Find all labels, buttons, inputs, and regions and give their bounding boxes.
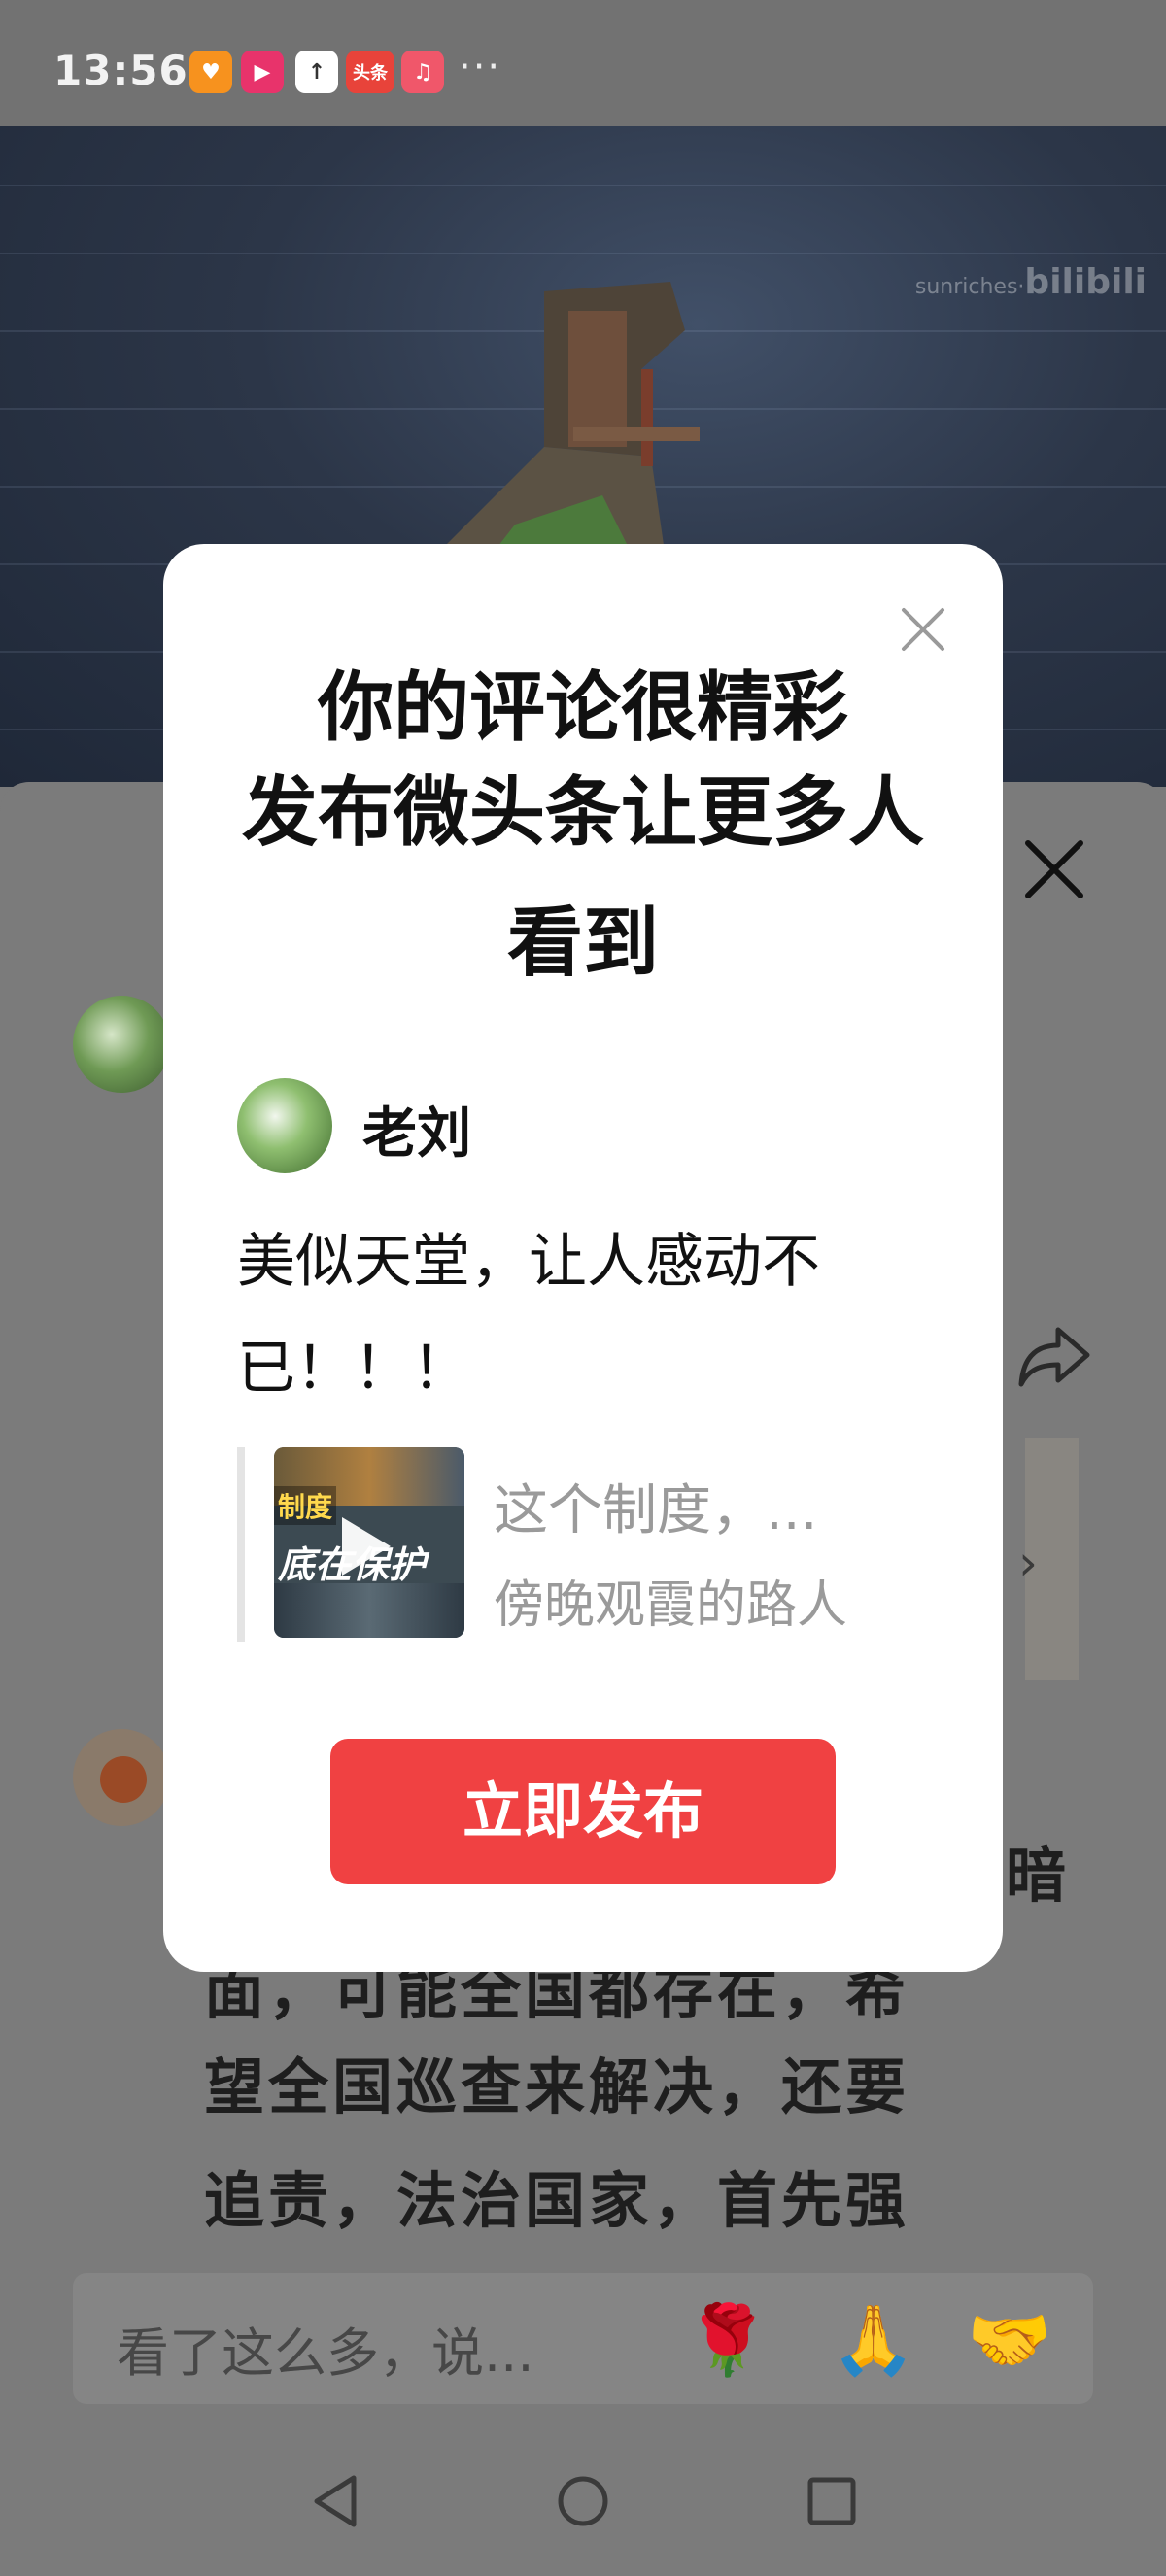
- thumbnail-caption: 底在保护: [278, 1543, 427, 1586]
- dialog-close-icon[interactable]: [894, 600, 952, 659]
- comment-text-line: 追责，法治国家，首先强: [204, 2165, 910, 2236]
- status-bar: 13:56 ♥ ▶ ↑ 头条 ♫ ···: [0, 0, 1166, 126]
- more-indicator-icon: ···: [459, 45, 502, 89]
- rose-emoji-icon[interactable]: 🌹: [685, 2300, 770, 2381]
- status-time: 13:56: [53, 47, 189, 94]
- back-icon[interactable]: [309, 2472, 363, 2530]
- dialog-title-line: 你的评论很精彩: [317, 664, 848, 752]
- comment-text-line: 美似天堂，让人感动不: [237, 1228, 820, 1296]
- comment-text-line: 暗: [1006, 1840, 1071, 1911]
- comment-text-line: 望全国巡查来解决，还要: [204, 2051, 910, 2122]
- home-icon[interactable]: [555, 2472, 611, 2530]
- chevron-right-icon[interactable]: ›: [1018, 1535, 1038, 1591]
- basketball-icon: [100, 1756, 147, 1803]
- comment-input-placeholder: 看了这么多，说...: [117, 2322, 534, 2384]
- share-icon[interactable]: [1015, 1316, 1093, 1394]
- publish-dialog: 你的评论很精彩 发布微头条让更多人 看到 老刘 美似天堂，让人感动不 已！！！ …: [163, 544, 1003, 1972]
- pray-emoji-icon[interactable]: 🙏: [831, 2300, 915, 2381]
- thumbnail-tag: 制度: [274, 1486, 337, 1525]
- comment-input[interactable]: 看了这么多，说... 🌹 🙏 🤝: [73, 2273, 1093, 2404]
- dialog-title-line: 看到: [506, 899, 659, 987]
- publish-button[interactable]: 立即发布: [330, 1739, 836, 1884]
- recents-icon[interactable]: [805, 2472, 859, 2530]
- video-watermark: sunriches·bilibili: [914, 262, 1147, 302]
- upload-app-icon: ↑: [295, 51, 338, 93]
- username: 老刘: [362, 1102, 471, 1166]
- quoted-text: 这个制度，...: [494, 1479, 818, 1542]
- comment-text-line: 已！！！: [237, 1335, 470, 1403]
- toutiao-app-icon: 头条: [346, 51, 394, 93]
- quoted-article-thumbnail: 制度 底在保护: [274, 1447, 464, 1638]
- dialog-title-line: 发布微头条让更多人: [241, 769, 924, 857]
- system-nav-bar: [0, 2428, 1166, 2576]
- heart-app-icon: ♥: [189, 51, 232, 93]
- avatar[interactable]: [73, 1729, 170, 1826]
- quoted-author: 傍晚观霞的路人: [494, 1576, 848, 1635]
- handshake-emoji-icon[interactable]: 🤝: [967, 2300, 1051, 2381]
- quote-divider: [237, 1447, 245, 1642]
- music-app-icon: ♫: [401, 51, 444, 93]
- video-app-icon: ▶: [241, 51, 284, 93]
- avatar[interactable]: [73, 996, 170, 1093]
- sheet-close-icon[interactable]: [1020, 835, 1088, 903]
- user-avatar: [237, 1078, 332, 1173]
